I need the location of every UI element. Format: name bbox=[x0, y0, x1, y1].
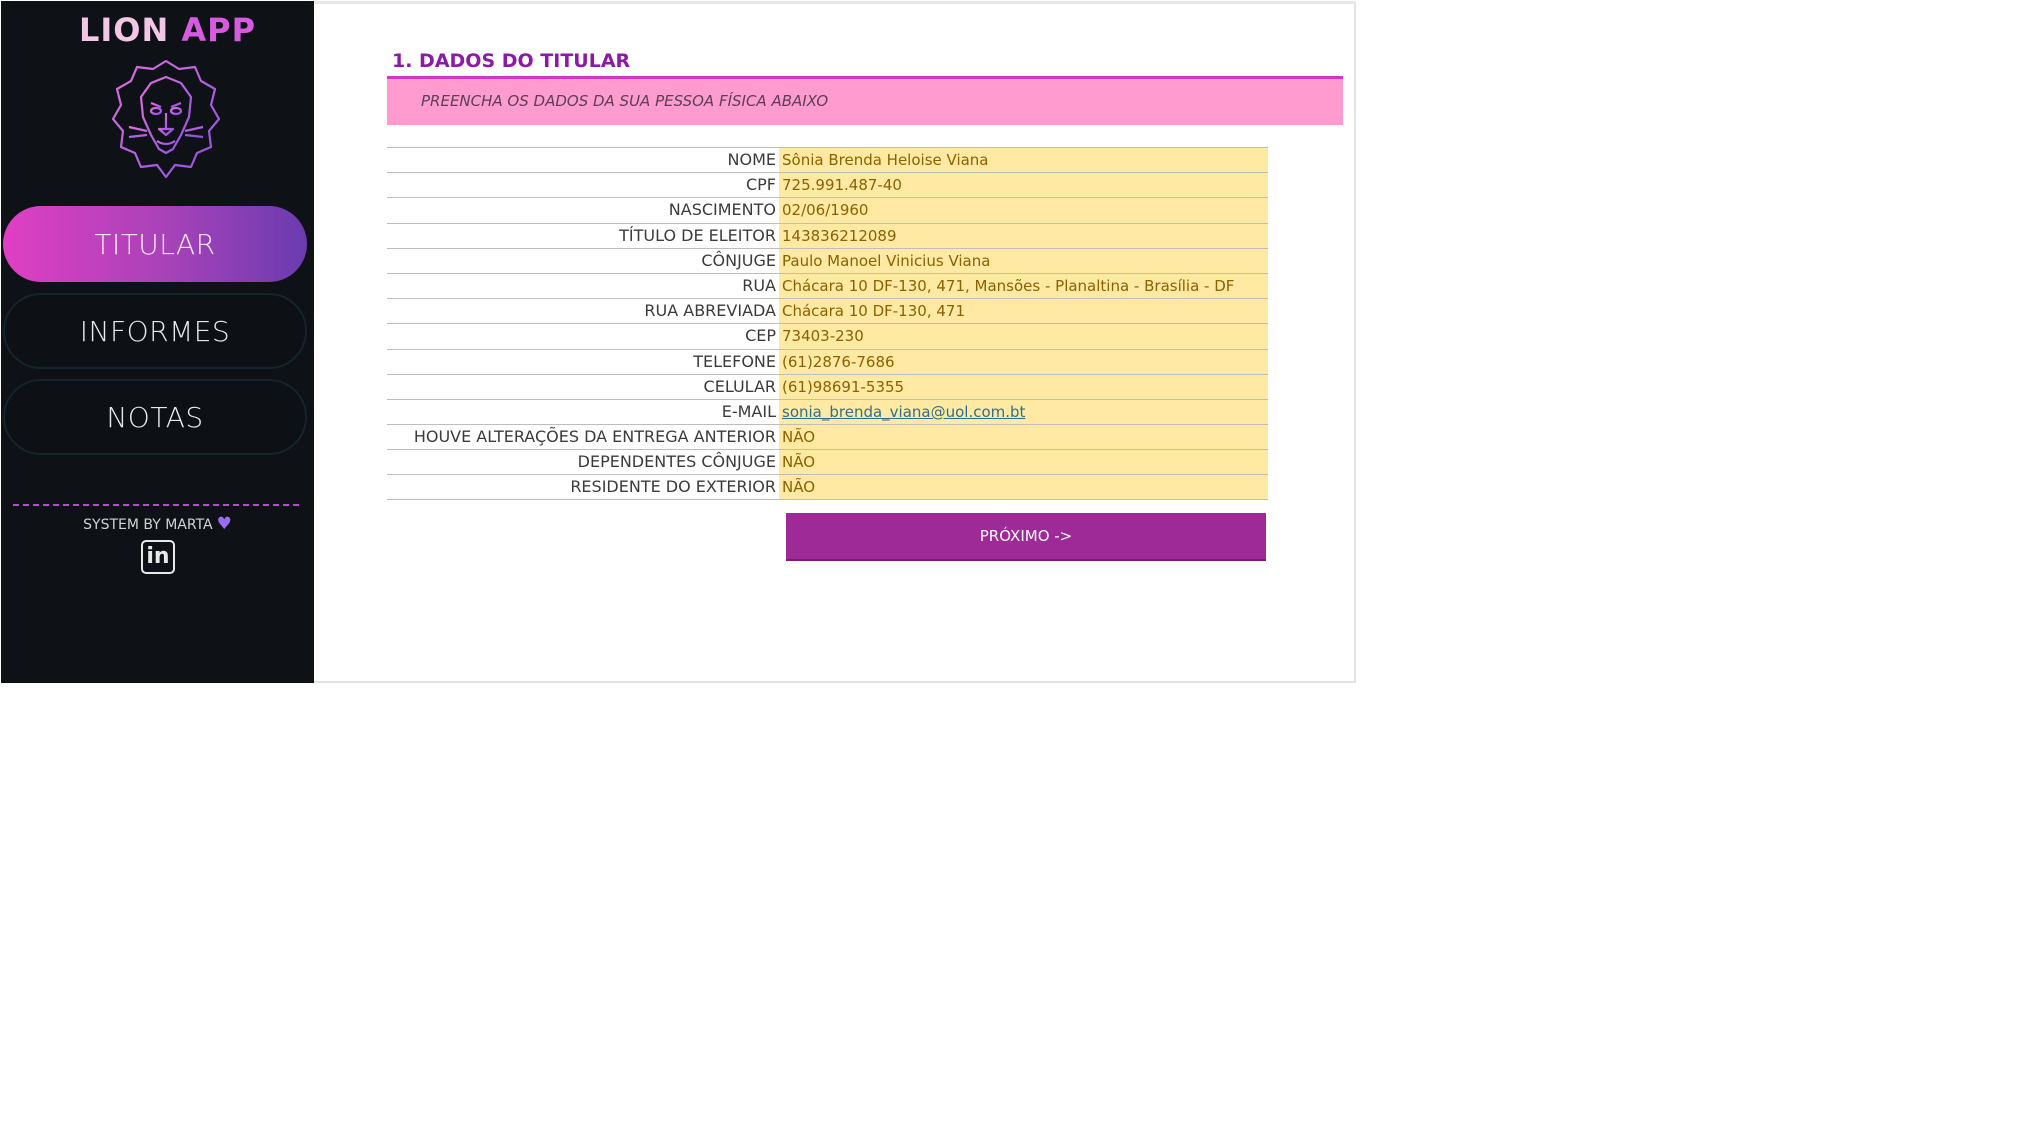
form-row-nome: NOME Sônia Brenda Heloise Viana bbox=[387, 147, 1268, 173]
linkedin-label: in bbox=[146, 544, 170, 569]
dependentes-conjuge-field[interactable]: NÃO bbox=[779, 450, 1268, 475]
sidebar: LION APP TITULAR INFORMES NOTAS SYSTEM B… bbox=[1, 1, 314, 683]
form-row-rua: RUA Chácara 10 DF-130, 471, Mansões - Pl… bbox=[387, 272, 1268, 299]
form-row-cep: CEP 73403-230 bbox=[387, 323, 1268, 349]
rua-abreviada-field[interactable]: Chácara 10 DF-130, 471 bbox=[779, 299, 1268, 324]
field-label: HOUVE ALTERAÇÕES DA ENTREGA ANTERIOR bbox=[413, 427, 776, 447]
field-label: NASCIMENTO bbox=[668, 200, 776, 220]
field-label: NOME bbox=[727, 150, 776, 169]
credit-text: SYSTEM BY MARTA bbox=[83, 517, 213, 533]
form-row-nascimento: NASCIMENTO 02/06/1960 bbox=[387, 197, 1268, 223]
app-logo-title: LION APP bbox=[1, 11, 334, 49]
next-button[interactable]: PRÓXIMO -> bbox=[786, 513, 1266, 561]
nav-notas-label: NOTAS bbox=[106, 400, 204, 434]
field-label: CPF bbox=[745, 175, 776, 195]
form-row-celular: CELULAR (61)98691-5355 bbox=[387, 373, 1268, 399]
form-row-rua-abreviada: RUA ABREVIADA Chácara 10 DF-130, 471 bbox=[387, 298, 1268, 324]
titular-form: NOME Sônia Brenda Heloise Viana CPF 725.… bbox=[387, 147, 1268, 500]
titulo-eleitor-field[interactable]: 143836212089 bbox=[779, 223, 1268, 248]
nav-informes-button[interactable]: INFORMES bbox=[3, 293, 307, 369]
logo-title-part1: LION bbox=[78, 11, 170, 49]
nav-titular-label: TITULAR bbox=[94, 227, 216, 261]
nav-notas-button[interactable]: NOTAS bbox=[3, 379, 307, 455]
lion-logo-icon bbox=[111, 59, 221, 179]
form-row-telefone: TELEFONE (61)2876-7686 bbox=[387, 348, 1268, 374]
field-label: TÍTULO DE ELEITOR bbox=[619, 225, 776, 245]
instruction-text: PREENCHA OS DADOS DA SUA PESSOA FÍSICA A… bbox=[421, 92, 829, 110]
rua-field[interactable]: Chácara 10 DF-130, 471, Mansões - Planal… bbox=[779, 273, 1268, 299]
field-label: RUA ABREVIADA bbox=[644, 301, 776, 321]
nav-titular-button[interactable]: TITULAR bbox=[3, 206, 307, 282]
nav-informes-label: INFORMES bbox=[79, 314, 231, 348]
field-label: TELEFONE bbox=[693, 351, 776, 371]
field-label: CELULAR bbox=[703, 376, 776, 396]
linkedin-icon[interactable]: in bbox=[141, 540, 175, 574]
celular-field[interactable]: (61)98691-5355 bbox=[779, 374, 1268, 399]
heart-icon: ♥ bbox=[216, 514, 232, 534]
nascimento-field[interactable]: 02/06/1960 bbox=[779, 198, 1268, 223]
cep-field[interactable]: 73403-230 bbox=[779, 324, 1268, 349]
field-label: RUA bbox=[742, 275, 776, 295]
section-title: 1. DADOS DO TITULAR bbox=[392, 50, 631, 72]
residente-exterior-field[interactable]: NÃO bbox=[779, 475, 1268, 499]
form-row-residente-exterior: RESIDENTE DO EXTERIOR NÃO bbox=[387, 474, 1268, 500]
form-row-email: E-MAIL sonia_brenda_viana@uol.com.bt bbox=[387, 398, 1268, 425]
telefone-field[interactable]: (61)2876-7686 bbox=[779, 349, 1268, 374]
nome-field[interactable]: Sônia Brenda Heloise Viana bbox=[779, 148, 1268, 173]
form-row-dependentes-conjuge: DEPENDENTES CÔNJUGE NÃO bbox=[387, 449, 1268, 475]
form-row-conjuge: CÔNJUGE Paulo Manoel Vinicius Viana bbox=[387, 247, 1268, 273]
field-label: RESIDENTE DO EXTERIOR bbox=[570, 477, 776, 497]
field-label: CEP bbox=[745, 326, 776, 346]
form-row-alteracoes: HOUVE ALTERAÇÕES DA ENTREGA ANTERIOR NÃO bbox=[387, 424, 1268, 450]
instruction-banner: PREENCHA OS DADOS DA SUA PESSOA FÍSICA A… bbox=[387, 79, 1343, 125]
sidebar-divider bbox=[13, 504, 299, 506]
field-label: DEPENDENTES CÔNJUGE bbox=[577, 452, 776, 472]
logo-title-part2: APP bbox=[169, 11, 257, 49]
form-row-cpf: CPF 725.991.487-40 bbox=[387, 172, 1268, 198]
email-field[interactable]: sonia_brenda_viana@uol.com.bt bbox=[779, 399, 1268, 425]
field-label: CÔNJUGE bbox=[701, 250, 776, 270]
conjuge-field[interactable]: Paulo Manoel Vinicius Viana bbox=[779, 248, 1268, 273]
next-button-label: PRÓXIMO -> bbox=[979, 527, 1073, 545]
alteracoes-field[interactable]: NÃO bbox=[779, 425, 1268, 450]
credit-line: SYSTEM BY MARTA ♥ bbox=[1, 514, 314, 534]
cpf-field[interactable]: 725.991.487-40 bbox=[779, 173, 1268, 198]
form-row-titulo-eleitor: TÍTULO DE ELEITOR 143836212089 bbox=[387, 222, 1268, 248]
field-label: E-MAIL bbox=[721, 401, 776, 421]
